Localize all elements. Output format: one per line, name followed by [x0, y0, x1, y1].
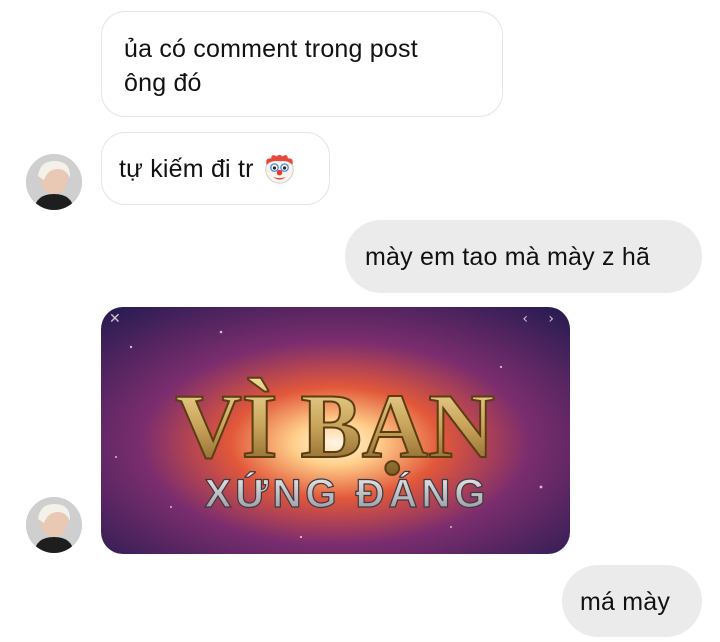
- avatar[interactable]: [26, 497, 82, 553]
- message-bubble-received[interactable]: ủa có comment trong post ông đó: [101, 11, 503, 117]
- message-text: mày em tao mà mày z hã: [365, 243, 651, 271]
- image-subtitle-text: XỨNG ĐÁNG: [205, 470, 490, 516]
- message-text: tự kiếm đi tr: [119, 155, 254, 183]
- chevron-right-icon[interactable]: ›: [548, 311, 554, 327]
- message-text: má mày: [580, 588, 671, 616]
- message-text: ủa có comment trong post: [124, 35, 418, 63]
- user-avatar-photo-icon: [26, 497, 82, 553]
- close-icon[interactable]: ✕: [109, 311, 121, 327]
- chevron-left-icon[interactable]: ‹: [522, 311, 528, 327]
- message-bubble-sent[interactable]: mày em tao mà mày z hã: [345, 220, 702, 293]
- message-text: ông đó: [124, 69, 202, 97]
- meme-image: VÌ BẠN XỨNG ĐÁNG: [101, 307, 570, 554]
- message-bubble-received[interactable]: tự kiếm đi tr: [101, 132, 330, 205]
- user-avatar-photo-icon: [26, 154, 82, 210]
- image-message[interactable]: VÌ BẠN XỨNG ĐÁNG ✕ ‹ ›: [101, 307, 570, 554]
- message-bubble-sent[interactable]: má mày: [562, 565, 702, 637]
- image-title-text: VÌ BẠN: [175, 375, 494, 477]
- avatar[interactable]: [26, 154, 82, 210]
- clown-face-icon: [263, 152, 296, 185]
